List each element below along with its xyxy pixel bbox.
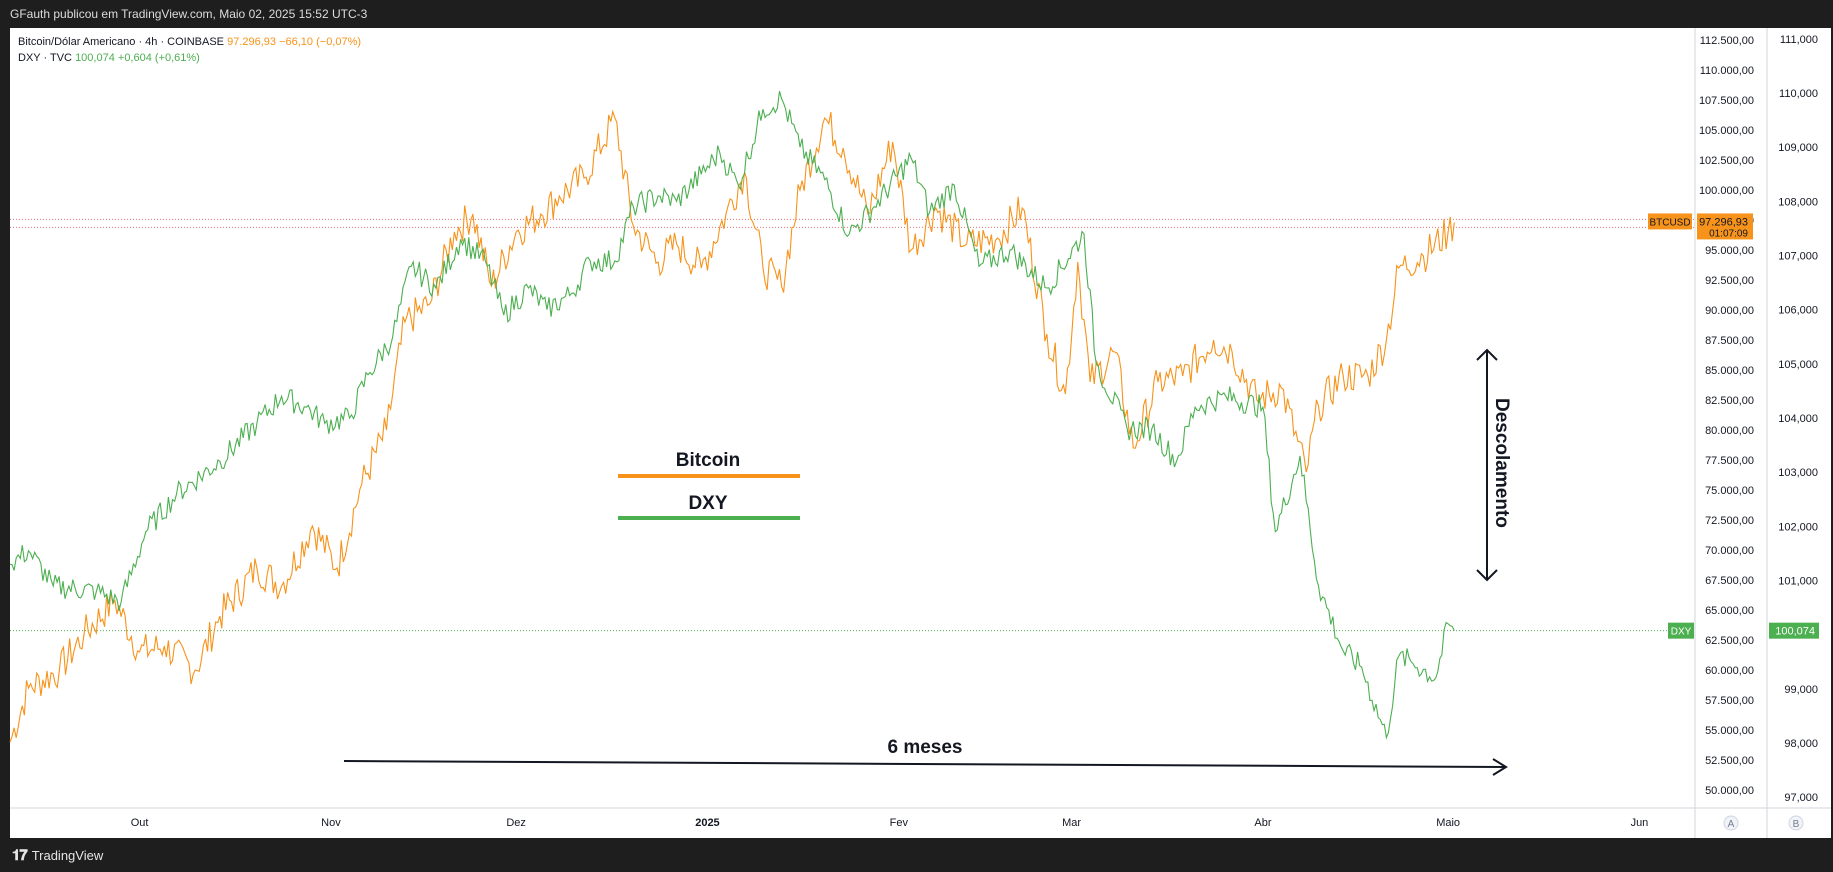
grid-layer <box>10 218 1695 632</box>
legend-dxy-price: 100,074 <box>75 52 115 64</box>
axis-a-tick-label: 110.000,00 <box>1700 65 1754 77</box>
axis-b-tick-label: 106,000 <box>1778 305 1818 317</box>
axis-b-tick-label: 109,000 <box>1778 142 1818 154</box>
time-axis-label: Jun <box>1631 817 1649 829</box>
axis-b-tick-label: 108,000 <box>1778 196 1818 208</box>
axis-a-tick-label: 105.000,00 <box>1699 125 1754 137</box>
series-line-dxy <box>9 90 1455 740</box>
axis-b-tick-label: 101,000 <box>1778 576 1818 588</box>
axis-a-scale-button-label: A <box>1728 819 1735 830</box>
time-axis-label: Out <box>131 817 149 829</box>
axis-a-tick-label: 107.500,00 <box>1699 95 1754 107</box>
axis-a-tick-label: 90.000,00 <box>1705 305 1754 317</box>
time-axis-label: Fev <box>890 817 909 829</box>
btc-price-tag-value: 97.296,93 <box>1699 216 1748 228</box>
time-axis-label: Abr <box>1254 817 1271 829</box>
legend-btc-change: −66,10 (−0,07%) <box>279 36 362 48</box>
axis-a-tick-label: 70.000,00 <box>1705 545 1754 557</box>
axis-b-tick-label: 98,000 <box>1784 738 1818 750</box>
annotation-bitcoin-label: Bitcoin <box>676 450 740 471</box>
axis-a-tick-label: 55.000,00 <box>1705 725 1754 737</box>
axis-b-tick-label: 97,000 <box>1784 792 1818 804</box>
time-axis-label: Dez <box>506 817 526 829</box>
btc-price-tag-countdown: 01:07:09 <box>1709 228 1748 239</box>
btc-symbol-tag-label: BTCUSD <box>1649 217 1690 228</box>
tradingview-brand: TradingView <box>31 848 104 863</box>
axis-b-scale-button-label: B <box>1793 819 1800 830</box>
axis-a-tick-label: 75.000,00 <box>1705 485 1754 497</box>
axis-a-tick-label: 50.000,00 <box>1705 785 1754 797</box>
tradingview-logo[interactable]: 𝟏𝟕 TradingView <box>12 847 103 864</box>
axis-b-tick-label: 104,000 <box>1778 413 1818 425</box>
axis-b-tick-label: 102,000 <box>1778 521 1818 533</box>
series-legend: Bitcoin/Dólar Americano · 4h · COINBASE … <box>18 34 361 66</box>
axis-b-tick-label: 107,000 <box>1778 251 1818 263</box>
legend-dxy-change: +0,604 (+0,61%) <box>117 52 200 64</box>
axis-a-tick-label: 85.000,00 <box>1705 365 1754 377</box>
axis-b-tick-label: 111,000 <box>1780 34 1818 46</box>
axis-a-tick-label: 87.500,00 <box>1705 335 1754 347</box>
axis-a-tick-label: 77.500,00 <box>1705 455 1754 467</box>
axis-a-tick-label: 92.500,00 <box>1705 275 1754 287</box>
series-line-btcusd <box>9 109 1455 743</box>
axis-a-tick-label: 65.000,00 <box>1705 605 1754 617</box>
legend-dxy-name: DXY · TVC <box>18 52 72 64</box>
legend-btc-price: 97.296,93 <box>227 36 277 48</box>
legend-btc-name: Bitcoin/Dólar Americano · 4h · COINBASE <box>18 36 225 48</box>
horizontal-arrow-shaft <box>343 760 1506 768</box>
horizontal-arrow-label: 6 meses <box>887 737 962 758</box>
time-axis-label: Maio <box>1436 817 1460 829</box>
axis-a-tick-label: 80.000,00 <box>1705 425 1754 437</box>
axes-layer: Out Nov Dez 2025 Fev Mar Abr Maio Jun 112.500,00 1… <box>10 28 1831 838</box>
axis-a-tick-label: 57.500,00 <box>1705 695 1754 707</box>
axis-a-tick-label: 72.500,00 <box>1705 515 1754 527</box>
axis-a-tick-label: 102.500,00 <box>1699 155 1754 167</box>
axis-a-tick-label: 100.000,00 <box>1699 185 1754 197</box>
time-axis-label: Nov <box>321 817 341 829</box>
series-layer <box>9 90 1455 743</box>
chart-svg: Out Nov Dez 2025 Fev Mar Abr Maio Jun 112.500,00 1… <box>9 28 1831 838</box>
axis-a-tick-label: 112.500,00 <box>1700 35 1754 47</box>
axis-b-tick-label: 99,000 <box>1784 684 1818 696</box>
axis-a-tick-label: 52.500,00 <box>1705 755 1754 767</box>
vertical-arrow-label: Descolamento <box>1491 398 1512 528</box>
dxy-price-tag-value: 100,074 <box>1775 626 1815 638</box>
tradingview-logo-icon: 𝟏𝟕 <box>12 847 28 864</box>
axis-a-tick-label: 60.000,00 <box>1705 665 1754 677</box>
axis-a-tick-label: 95.000,00 <box>1705 245 1754 257</box>
time-axis-label: 2025 <box>695 817 719 829</box>
annotation-layer: BTCUSD 97.296,9301:07:09 DXY 100,074 Bitcoin… <box>343 213 1819 776</box>
legend-row-dxy[interactable]: DXY · TVC 100,074 +0,604 (+0,61%) <box>18 50 361 66</box>
legend-row-btc[interactable]: Bitcoin/Dólar Americano · 4h · COINBASE … <box>18 34 361 50</box>
annotation-dxy-label: DXY <box>688 493 727 514</box>
dxy-symbol-tag-label: DXY <box>1671 627 1692 638</box>
axis-a-tick-label: 62.500,00 <box>1705 635 1754 647</box>
footer-bar: 𝟏𝟕 TradingView <box>0 838 1833 872</box>
time-axis-label: Mar <box>1062 817 1081 829</box>
axis-b-tick-label: 103,000 <box>1778 467 1818 479</box>
axis-a-tick-label: 82.500,00 <box>1705 395 1754 407</box>
axis-b-tick-label: 105,000 <box>1778 359 1818 371</box>
axis-b-tick-label: 110,000 <box>1779 88 1818 100</box>
axis-a-tick-label: 67.500,00 <box>1705 575 1754 587</box>
